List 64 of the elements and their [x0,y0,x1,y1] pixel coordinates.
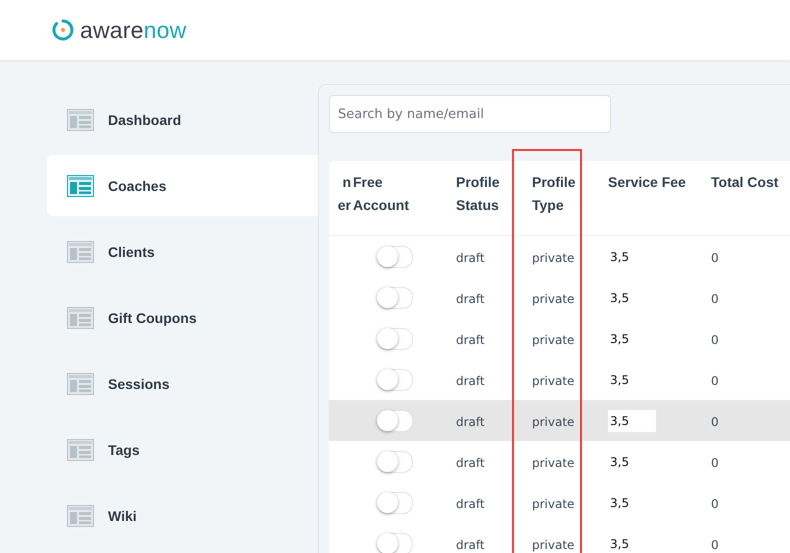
sidebar-item[interactable]: Sessions [47,353,318,414]
sidebar-item[interactable]: Gift Coupons [47,287,318,348]
table-cell: draft [456,374,485,388]
sidebar-item[interactable]: Dashboard [47,89,318,150]
table-cell: draft [456,251,485,265]
table-row[interactable]: draft private 3,5 0 [329,400,790,441]
sidebar-item[interactable]: Tags [47,419,318,480]
toggle-switch[interactable] [377,368,413,390]
table-cell: private [532,374,574,388]
table-cell: 0 [711,538,719,552]
table-cell: 0 [711,456,719,470]
table-cell: 0 [711,497,719,511]
table-cell-text: 3,5 [609,454,630,470]
table-layout-icon [67,372,94,394]
table-cell-text: 3,5 [609,372,630,388]
column-header: n er [336,173,352,215]
logo-icon [52,19,74,41]
toggle-switch[interactable] [377,532,413,553]
table-cell: draft [456,333,485,347]
table-cell: draft [456,538,485,552]
table-layout-icon [67,438,94,460]
table-layout-icon [67,306,94,328]
toggle-switch[interactable] [377,410,413,432]
table-layout-icon [67,504,94,526]
table-cell: private [532,292,574,306]
table-cell: private [532,333,574,347]
table-layout-icon [67,240,94,262]
table-cell: draft [456,292,485,306]
toggle-switch[interactable] [377,246,413,268]
table-cell-text: 3,5 [609,494,630,512]
table-cell: draft [456,497,485,511]
table-cell: 0 [711,374,719,388]
sidebar-item[interactable]: Wiki [47,485,318,546]
toggle-switch[interactable] [377,286,413,308]
toggle-switch[interactable] [377,328,413,350]
table-cell: private [532,251,574,265]
table-cell: 0 [711,415,719,429]
table-cell: 0 [711,333,719,347]
table-cell: private [532,456,574,470]
sidebar-item[interactable]: Clients [47,221,318,282]
toggle-switch[interactable] [377,492,413,514]
table-cell-text: 3,5 [609,330,630,348]
column-header: Free Account [353,173,410,215]
table-cell: private [532,415,574,429]
fee-input[interactable]: 3,5 [608,410,656,432]
table-cell: private [532,538,574,552]
logo-text: awarenow [80,16,186,44]
table-cell-text: 3,5 [609,290,630,306]
column-header: Profile Type [532,173,577,215]
table-cell: 0 [711,292,719,306]
table-layout-icon [67,108,94,130]
table-cell: 0 [711,251,719,265]
table-cell-text: 3,5 [609,248,630,266]
sidebar-item[interactable]: Coaches [47,155,318,216]
column-header: Service Fee [608,173,687,192]
table-cell-text: 3,5 [609,536,630,552]
column-header: Profile Status [456,173,501,215]
table-cell: draft [456,415,485,429]
search-field[interactable]: Search by name/email [329,95,611,133]
column-header: Total Cost [711,173,780,192]
toggle-switch[interactable] [377,450,413,472]
table-cell: private [532,497,574,511]
table-layout-icon [67,174,94,196]
table-cell: draft [456,456,485,470]
